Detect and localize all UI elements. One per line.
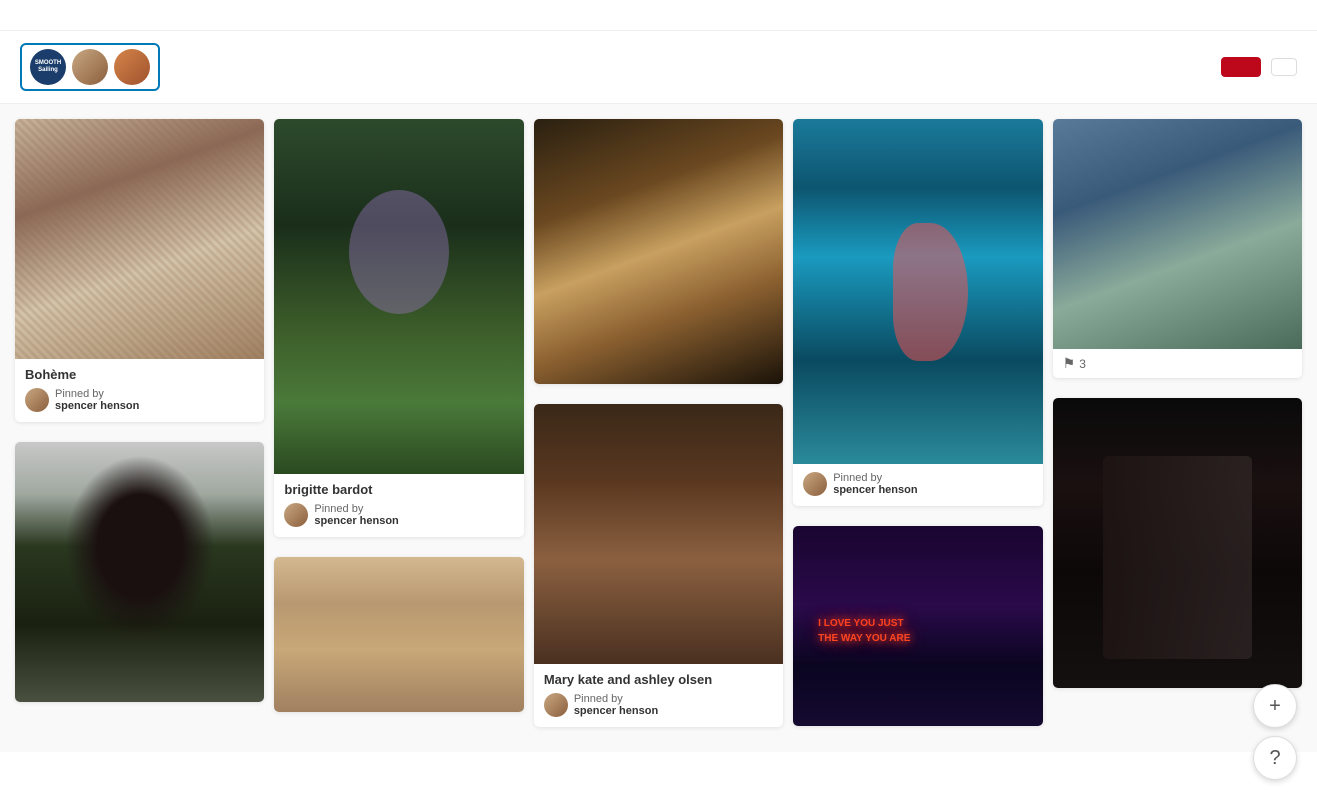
- pin-info-boho: Bohème Pinned by spencer henson: [15, 359, 264, 422]
- pin-card-underwater[interactable]: Pinned by spencer henson: [793, 119, 1042, 506]
- pin-card-brigitte[interactable]: brigitte bardot Pinned by spencer henson: [274, 119, 523, 537]
- pin-image-neon: [793, 526, 1042, 726]
- pin-card-boho[interactable]: Bohème Pinned by spencer henson: [15, 119, 264, 422]
- pin-image-mk2: [534, 404, 783, 664]
- pin-title-mk2: Mary kate and ashley olsen: [544, 672, 773, 687]
- pinned-by-label-underwater: Pinned by: [833, 472, 917, 484]
- pin-image-brigitte: [274, 119, 523, 474]
- avatar-1: [72, 49, 108, 85]
- pin-card-mk1[interactable]: [534, 119, 783, 384]
- follow-board-button[interactable]: [1221, 57, 1261, 77]
- pin-card-darkcouple[interactable]: [1053, 398, 1302, 688]
- pinner-name-boho: spencer henson: [55, 400, 139, 412]
- pinner-name-brigitte: spencer henson: [314, 515, 398, 527]
- pin-title-boho: Bohème: [25, 367, 254, 382]
- pin-card-bed[interactable]: [274, 557, 523, 712]
- pin-pinner-brigitte: Pinned by spencer henson: [284, 503, 513, 527]
- pinned-by-label-boho: Pinned by: [55, 388, 139, 400]
- pin-pinner-boho: Pinned by spencer henson: [25, 388, 254, 412]
- pinner-avatar-underwater: [803, 472, 827, 496]
- pin-image-underwater: [793, 119, 1042, 464]
- pin-card-neon[interactable]: [793, 526, 1042, 726]
- pin-card-lana[interactable]: [15, 442, 264, 702]
- pin-card-couple[interactable]: ⚑ 3: [1053, 119, 1302, 378]
- pin-count-badge-couple: ⚑ 3: [1053, 349, 1302, 378]
- board-avatars-container: SMOOTHSailing: [20, 43, 160, 91]
- pin-card-mk2[interactable]: Mary kate and ashley olsen Pinned by spe…: [534, 404, 783, 727]
- pin-image-darkcouple: [1053, 398, 1302, 688]
- floating-buttons: + ?: [1253, 684, 1297, 780]
- board-meta-bar: SMOOTHSailing: [0, 31, 1317, 104]
- add-float-button[interactable]: +: [1253, 684, 1297, 728]
- pinned-by-label-brigitte: Pinned by: [314, 503, 398, 515]
- page-header: [0, 0, 1317, 31]
- pin-image-lana: [15, 442, 264, 702]
- pin-image-mk1: [534, 119, 783, 384]
- send-button[interactable]: [1271, 58, 1297, 76]
- pinner-avatar-brigitte: [284, 503, 308, 527]
- pinned-by-label-mk2: Pinned by: [574, 693, 658, 705]
- pin-title-brigitte: brigitte bardot: [284, 482, 513, 497]
- pinner-name-underwater: spencer henson: [833, 484, 917, 496]
- pinner-avatar-boho: [25, 388, 49, 412]
- pin-image-bed: [274, 557, 523, 712]
- avatar-2: [114, 49, 150, 85]
- board-actions: [1221, 57, 1297, 77]
- board-logo-avatar: SMOOTHSailing: [30, 49, 66, 85]
- pin-info-mk2: Mary kate and ashley olsen Pinned by spe…: [534, 664, 783, 727]
- pin-image-couple: [1053, 119, 1302, 349]
- pin-pinner-underwater: Pinned by spencer henson: [803, 472, 1032, 496]
- board-avatar-group[interactable]: SMOOTHSailing: [20, 43, 160, 91]
- board-logo-text: SMOOTHSailing: [35, 60, 61, 73]
- count-value-couple: 3: [1079, 357, 1086, 371]
- help-float-button[interactable]: ?: [1253, 736, 1297, 780]
- count-icon-couple: ⚑: [1063, 355, 1076, 372]
- pin-info-underwater: Pinned by spencer henson: [793, 464, 1042, 506]
- pin-image-boho: [15, 119, 264, 359]
- pins-grid: Bohème Pinned by spencer henson brigitte…: [0, 104, 1317, 752]
- pinner-name-mk2: spencer henson: [574, 705, 658, 717]
- pin-info-brigitte: brigitte bardot Pinned by spencer henson: [274, 474, 523, 537]
- pinner-avatar-mk2: [544, 693, 568, 717]
- pin-pinner-mk2: Pinned by spencer henson: [544, 693, 773, 717]
